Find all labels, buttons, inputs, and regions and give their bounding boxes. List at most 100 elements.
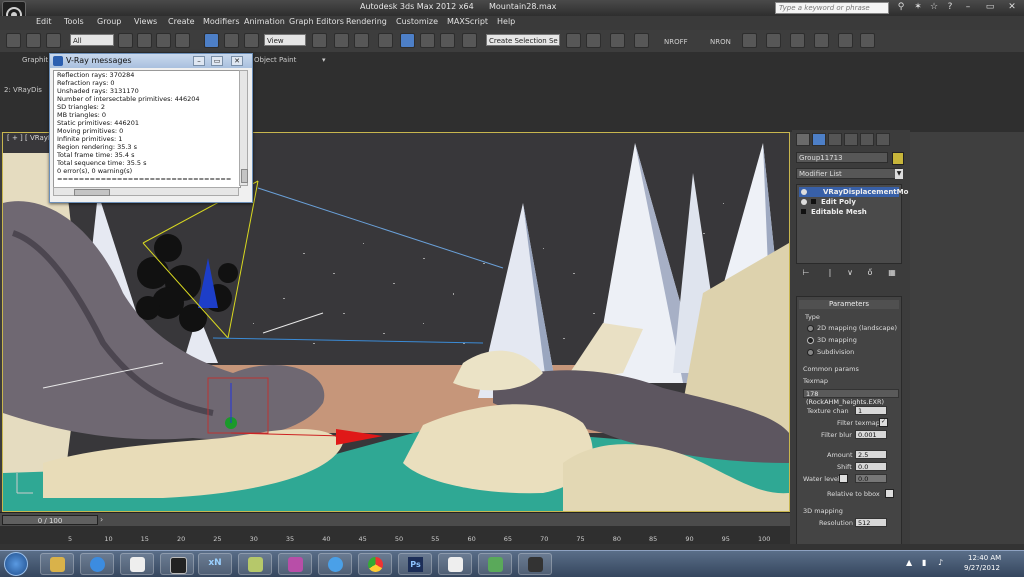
menu-edit[interactable]: Edit: [36, 17, 52, 26]
vray-messages-titlebar[interactable]: V-Ray messages – ▭ ✕: [50, 54, 252, 68]
taskbar-ie[interactable]: [80, 553, 114, 575]
filter-blur-input[interactable]: 0.001: [855, 430, 887, 439]
taskbar-notepad[interactable]: [120, 553, 154, 575]
modify-tab-icon[interactable]: [812, 133, 826, 146]
start-button[interactable]: [4, 552, 28, 576]
configure-sets-icon[interactable]: ▦: [886, 268, 898, 280]
taskbar-archive[interactable]: [278, 553, 312, 575]
taskbar-photoshop[interactable]: Ps: [398, 553, 432, 575]
favorites-icon[interactable]: ☆: [926, 1, 942, 14]
menu-help[interactable]: Help: [497, 17, 515, 26]
shift-input[interactable]: 0.0: [855, 462, 887, 471]
curve-editor-icon[interactable]: [742, 33, 757, 48]
schematic-view-icon[interactable]: [766, 33, 781, 48]
motion-tab-icon[interactable]: [844, 133, 858, 146]
angle-snap-icon[interactable]: [400, 33, 415, 48]
vray-horizontal-scrollbar[interactable]: [53, 187, 239, 196]
maximize-button[interactable]: ▭: [982, 1, 998, 14]
select-by-name-icon[interactable]: [137, 33, 152, 48]
minimize-button[interactable]: –: [960, 1, 976, 14]
redo-icon[interactable]: [26, 33, 41, 48]
render-setup-icon[interactable]: [814, 33, 829, 48]
nron-button[interactable]: NRON: [710, 38, 731, 46]
keyboard-shortcut-icon[interactable]: [354, 33, 369, 48]
object-paint-tab[interactable]: Object Paint: [254, 56, 296, 64]
vray-vertical-scrollbar[interactable]: [239, 70, 248, 186]
make-unique-icon[interactable]: ∨: [844, 268, 856, 280]
align-icon[interactable]: [586, 33, 601, 48]
percent-snap-icon[interactable]: [420, 33, 435, 48]
spinner-snap-icon[interactable]: [440, 33, 455, 48]
mirror-icon[interactable]: [566, 33, 581, 48]
taskbar-3dsmax[interactable]: [160, 553, 194, 575]
vray-scroll-thumb[interactable]: [241, 169, 248, 183]
taskbar-explorer[interactable]: [40, 553, 74, 575]
object-name-field[interactable]: Group11713: [796, 152, 888, 163]
menu-maxscript[interactable]: MAXScript: [447, 17, 488, 26]
stack-item-edit-poly[interactable]: Edit Poly: [799, 197, 899, 207]
object-color-swatch[interactable]: [892, 152, 904, 165]
filter-texmap-checkbox[interactable]: ✓: [879, 418, 888, 427]
move-icon[interactable]: [204, 33, 219, 48]
water-level-input[interactable]: 0.0: [855, 474, 887, 483]
graphite-toggle-icon[interactable]: [634, 33, 649, 48]
stack-item-vraydisplacement[interactable]: VRayDisplacementMo: [799, 187, 908, 197]
graphite-tab[interactable]: Graphit: [22, 56, 48, 64]
reference-coord-select[interactable]: View: [264, 34, 306, 46]
display-tab-icon[interactable]: [860, 133, 874, 146]
lightbulb-icon[interactable]: [801, 199, 807, 205]
show-end-result-icon[interactable]: |: [824, 268, 836, 280]
chevron-down-icon[interactable]: ▼: [895, 169, 903, 179]
texmap-button[interactable]: 178 (RockAHM_heights.EXR): [803, 389, 899, 406]
vray-hscroll-thumb[interactable]: [74, 189, 110, 196]
time-slider[interactable]: 0 / 100: [2, 515, 98, 525]
taskbar-winrar[interactable]: [238, 553, 272, 575]
vray-minimize-button[interactable]: –: [193, 56, 205, 66]
texture-chan-input[interactable]: 1: [855, 406, 887, 415]
manipulate-icon[interactable]: [334, 33, 349, 48]
snap-toggle-icon[interactable]: [378, 33, 393, 48]
taskbar-chrome[interactable]: [358, 553, 392, 575]
nroff-button[interactable]: NROFF: [664, 38, 688, 46]
menu-graph-editors[interactable]: Graph Editors: [289, 17, 344, 26]
parameters-header[interactable]: Parameters: [799, 300, 899, 309]
close-button[interactable]: ✕: [1004, 1, 1020, 14]
rotate-icon[interactable]: [224, 33, 239, 48]
relative-bbox-checkbox[interactable]: [885, 489, 894, 498]
search-icon[interactable]: ⚲: [893, 1, 909, 14]
stack-item-editable-mesh[interactable]: Editable Mesh: [799, 207, 899, 217]
utilities-tab-icon[interactable]: [876, 133, 890, 146]
taskbar-itunes[interactable]: [318, 553, 352, 575]
network-icon[interactable]: ▮: [922, 558, 926, 567]
expand-icon[interactable]: [801, 209, 806, 214]
volume-icon[interactable]: ♪: [938, 558, 943, 567]
menu-customize[interactable]: Customize: [396, 17, 438, 26]
menu-animation[interactable]: Animation: [244, 17, 285, 26]
pivot-icon[interactable]: [312, 33, 327, 48]
taskbar-media[interactable]: [518, 553, 552, 575]
communication-icon[interactable]: ✶: [910, 1, 926, 14]
material-editor-icon[interactable]: [790, 33, 805, 48]
link-icon[interactable]: [46, 33, 61, 48]
tray-expand-icon[interactable]: ▲: [906, 558, 912, 567]
track-bar[interactable]: 5 10 15 20 25 30 35 40 45 50 55 60 65 70 75 80 85 90 95 100: [0, 526, 790, 544]
clock-date[interactable]: 9/27/2012: [964, 564, 1000, 572]
lightbulb-icon[interactable]: [801, 189, 807, 195]
remove-modifier-icon[interactable]: ő: [864, 268, 876, 280]
edit-named-selection-icon[interactable]: [462, 33, 477, 48]
menu-tools[interactable]: Tools: [64, 17, 84, 26]
taskbar-xnview[interactable]: xN: [198, 553, 232, 575]
render-production-icon[interactable]: [860, 33, 875, 48]
menu-rendering[interactable]: Rendering: [346, 17, 387, 26]
vray-close-button[interactable]: ✕: [231, 56, 243, 66]
amount-input[interactable]: 2.5: [855, 450, 887, 459]
taskbar-monitor[interactable]: [478, 553, 512, 575]
window-crossing-icon[interactable]: [175, 33, 190, 48]
water-level-checkbox[interactable]: [839, 474, 848, 483]
expand-icon[interactable]: [811, 199, 816, 204]
create-tab-icon[interactable]: [796, 133, 810, 146]
modifier-list-dropdown[interactable]: Modifier List ▼: [796, 168, 903, 179]
radio-3d-mapping[interactable]: [807, 337, 814, 344]
region-select-icon[interactable]: [156, 33, 171, 48]
undo-icon[interactable]: [6, 33, 21, 48]
